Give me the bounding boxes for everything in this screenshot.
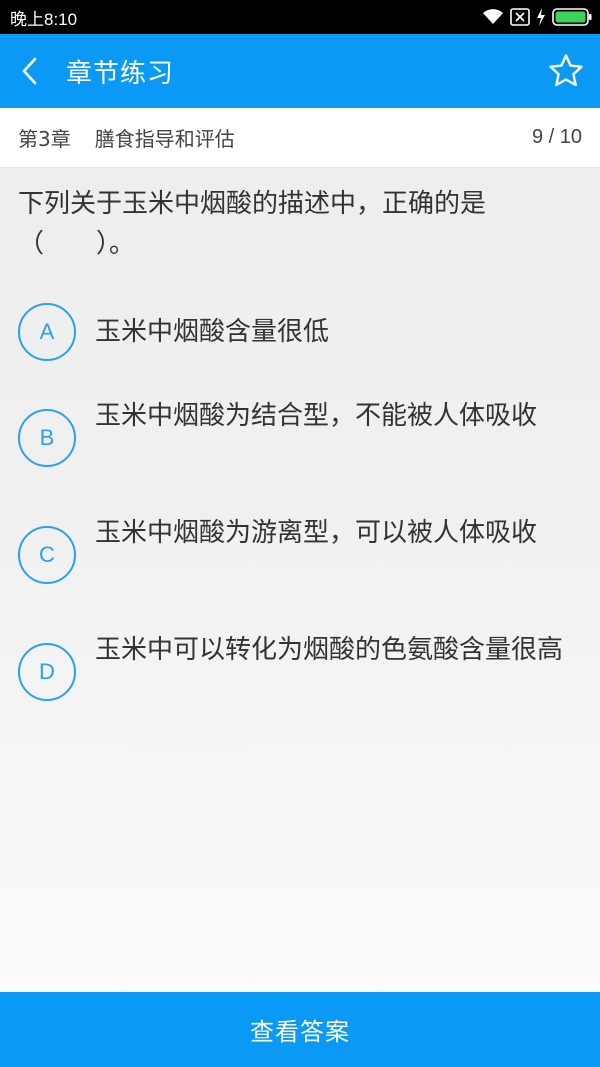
chevron-left-icon [22, 57, 37, 85]
option-text-b: 玉米中烟酸为结合型，不能被人体吸收 [95, 401, 538, 431]
option-letter-b: B [18, 409, 76, 467]
star-outline-icon [549, 54, 583, 87]
battery-icon [552, 8, 592, 26]
status-time: 晚上8:10 [10, 9, 78, 29]
option-b[interactable]: B 玉米中烟酸为结合型，不能被人体吸收 [18, 401, 588, 467]
option-c[interactable]: C 玉米中烟酸为游离型，可以被人体吸收 [18, 518, 588, 584]
question-text: 下列关于玉米中烟酸的描述中，正确的是（ ）。 [18, 189, 487, 259]
option-text-a: 玉米中烟酸含量很低 [95, 317, 330, 347]
wifi-icon [483, 9, 503, 24]
charging-icon [537, 8, 545, 26]
option-letter-d: D [18, 643, 76, 701]
option-d[interactable]: D 玉米中可以转化为烟酸的色氨酸含量很高 [18, 635, 588, 701]
sim-card-x-icon [510, 8, 530, 26]
chapter-bar: 第3章 膳食指导和评估 9 / 10 [0, 108, 600, 168]
chapter-info: 第3章 膳食指导和评估 [18, 123, 235, 152]
option-a[interactable]: A 玉米中烟酸含量很低 [18, 303, 588, 361]
page-title: 章节练习 [66, 58, 175, 89]
option-text-c: 玉米中烟酸为游离型，可以被人体吸收 [95, 518, 538, 548]
status-icons [482, 8, 592, 26]
back-button[interactable] [0, 34, 60, 108]
status-bar: 晚上8:10 [0, 0, 600, 34]
option-text-d: 玉米中可以转化为烟酸的色氨酸含量很高 [95, 635, 564, 665]
option-letter-a: A [18, 303, 76, 361]
question-progress: 9 / 10 [531, 126, 582, 148]
app-header: 章节练习 [0, 34, 600, 108]
chapter-number: 第3章 [18, 127, 71, 151]
option-letter-c: C [18, 526, 76, 584]
chapter-name: 膳食指导和评估 [94, 127, 235, 151]
view-answer-button[interactable]: 查看答案 [0, 992, 600, 1067]
favorite-button[interactable] [546, 51, 586, 91]
